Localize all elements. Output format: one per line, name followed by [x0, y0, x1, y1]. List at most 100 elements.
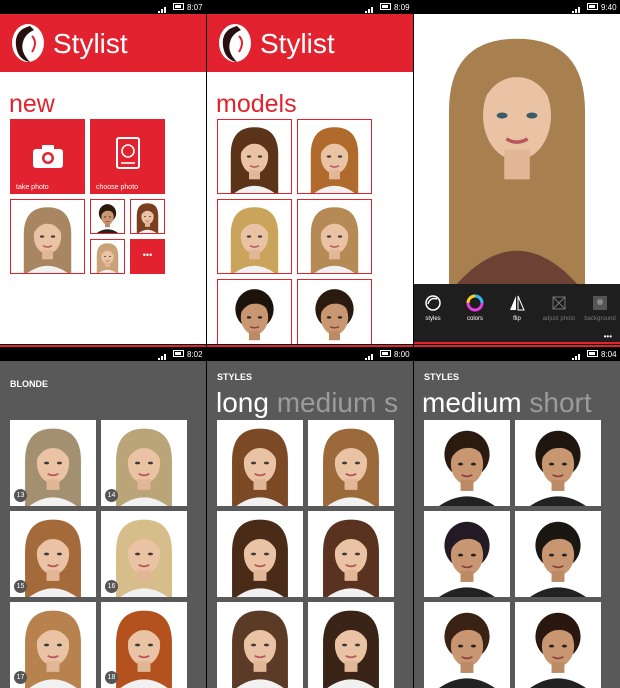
battery-icon — [173, 3, 184, 10]
portrait-photo — [91, 200, 124, 233]
hairstyle-option[interactable] — [515, 602, 601, 688]
more-photos-button[interactable]: ••• — [130, 239, 165, 274]
app-title: Stylist — [260, 28, 335, 59]
accent-line — [414, 342, 620, 344]
portrait-photo — [308, 511, 394, 597]
portrait-photo — [298, 200, 371, 273]
portrait-photo — [308, 602, 394, 688]
take-photo-label: take photo — [16, 184, 49, 191]
hairstyle-option[interactable] — [308, 511, 394, 597]
adjust-photo-label: adjust photo — [542, 316, 576, 322]
battery-icon — [173, 350, 184, 357]
signal-icon — [365, 351, 377, 360]
stylist-logo-icon — [219, 24, 251, 62]
choose-photo-tile[interactable]: choose photo — [90, 119, 165, 194]
portrait-photo — [298, 280, 371, 344]
adjust-photo-button[interactable]: adjust photo — [538, 294, 580, 322]
pivot-short-peek[interactable]: s — [384, 387, 398, 418]
clock: 8:07 — [187, 3, 203, 12]
portrait-photo — [515, 602, 601, 688]
more-label: ••• — [142, 250, 153, 260]
clock: 8:09 — [394, 3, 410, 12]
pivot-headers: medium short — [422, 387, 592, 419]
hair-color-option[interactable]: 14 — [101, 420, 187, 506]
panel-styles-medium: 8:04 STYLES medium short — [414, 345, 620, 688]
model-thumbnail[interactable] — [217, 279, 292, 344]
hairstyle-option[interactable] — [424, 602, 510, 688]
model-thumbnail[interactable] — [217, 199, 292, 274]
portrait-photo — [218, 280, 291, 344]
styles-header: STYLES — [424, 372, 460, 382]
pivot-short[interactable]: short — [529, 387, 591, 418]
color-group-header: BLONDE — [10, 379, 48, 389]
hair-color-option[interactable]: 16 — [101, 511, 187, 597]
color-number: 15 — [14, 580, 27, 593]
styles-button[interactable]: styles — [415, 294, 451, 322]
panel-editor: 9:40 styles colors flip adjust photo bac… — [414, 0, 620, 344]
hairstyle-option[interactable] — [217, 420, 303, 506]
styles-header: STYLES — [217, 372, 253, 382]
recent-photo-small[interactable] — [90, 199, 125, 234]
portrait-photo — [218, 120, 291, 193]
colors-button[interactable]: colors — [457, 294, 493, 322]
hairstyle-option[interactable] — [217, 602, 303, 688]
status-bar: 8:02 — [0, 347, 206, 361]
clock: 8:04 — [601, 350, 617, 359]
hairstyle-option[interactable] — [424, 511, 510, 597]
battery-icon — [380, 3, 391, 10]
portrait-photo-preview — [449, 38, 585, 288]
pivot-medium[interactable]: medium — [422, 387, 522, 418]
hair-color-option[interactable]: 18 — [101, 602, 187, 688]
section-title-new: new — [9, 90, 55, 118]
model-thumbnail[interactable] — [297, 199, 372, 274]
panel-models: 8:09 Stylist models — [207, 0, 413, 344]
panel-blonde-colors: 8:02 BLONDE 13 14 15 16 17 18 — [0, 345, 206, 688]
portrait-photo — [515, 420, 601, 506]
color-wheel-icon — [466, 294, 484, 312]
background-button[interactable]: background — [582, 294, 618, 322]
portrait-photo — [515, 511, 601, 597]
portrait-photo — [217, 511, 303, 597]
hairstyle-option[interactable] — [308, 420, 394, 506]
hairstyle-option[interactable] — [424, 420, 510, 506]
portrait-photo — [218, 200, 291, 273]
hair-color-option[interactable]: 13 — [10, 420, 96, 506]
recent-photo-large[interactable] — [10, 199, 85, 274]
more-menu-button[interactable]: ••• — [604, 332, 612, 341]
hairstyle-option[interactable] — [308, 602, 394, 688]
battery-icon — [380, 350, 391, 357]
hair-color-option[interactable]: 17 — [10, 602, 96, 688]
hair-color-option[interactable]: 15 — [10, 511, 96, 597]
recent-photo-small[interactable] — [90, 239, 125, 274]
stylist-logo-icon — [12, 24, 44, 62]
portrait-photo — [11, 200, 84, 273]
color-number: 13 — [14, 489, 27, 502]
model-thumbnail[interactable] — [297, 119, 372, 194]
app-header: Stylist — [0, 14, 206, 72]
model-thumbnail[interactable] — [217, 119, 292, 194]
model-thumbnail[interactable] — [297, 279, 372, 344]
status-bar: 8:09 — [207, 0, 413, 14]
portrait-photo — [308, 420, 394, 506]
panel-home: 8:07 Stylist new take photo choose photo… — [0, 0, 206, 344]
portrait-photo — [424, 602, 510, 688]
portrait-photo — [91, 240, 124, 273]
signal-icon — [365, 4, 377, 13]
take-photo-tile[interactable]: take photo — [10, 119, 85, 194]
hairstyle-option[interactable] — [515, 420, 601, 506]
portrait-photo — [217, 602, 303, 688]
photo-album-icon — [116, 137, 140, 169]
pivot-long[interactable]: long — [216, 387, 269, 418]
signal-icon — [158, 351, 170, 360]
background-icon — [593, 296, 607, 310]
signal-icon — [572, 4, 584, 13]
hairstyle-option[interactable] — [515, 511, 601, 597]
screenshot-collage: 8:07 Stylist new take photo choose photo… — [0, 0, 620, 688]
pivot-medium[interactable]: medium — [277, 387, 377, 418]
hairstyle-option[interactable] — [217, 511, 303, 597]
colors-label: colors — [466, 316, 483, 322]
pivot-headers: long medium s — [216, 387, 398, 419]
portrait-photo — [131, 200, 164, 233]
flip-button[interactable]: flip — [499, 294, 535, 322]
recent-photo-small[interactable] — [130, 199, 165, 234]
